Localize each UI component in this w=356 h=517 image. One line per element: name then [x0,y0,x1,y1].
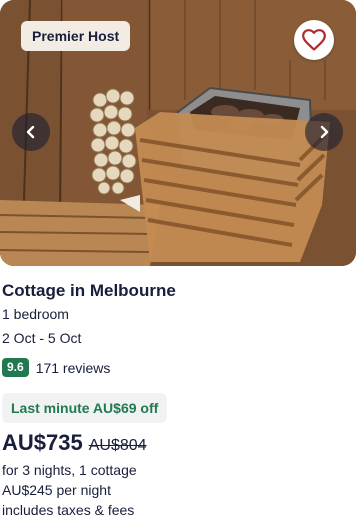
listing-title[interactable]: Cottage in Melbourne [2,281,176,301]
previous-photo-button[interactable] [12,113,50,151]
favorite-button[interactable] [294,20,334,60]
price-row: AU$735 AU$804 [2,430,147,456]
rating-badge: 9.6 [2,358,29,377]
bedroom-count: 1 bedroom [2,306,69,322]
original-price: AU$804 [88,437,147,454]
next-photo-button[interactable] [305,113,343,151]
stay-dates: 2 Oct - 5 Oct [2,330,82,346]
taxes-note: includes taxes & fees [2,502,135,517]
chevron-right-icon [320,125,329,139]
review-count: 171 reviews [35,359,111,376]
current-price: AU$735 [2,430,83,455]
premier-host-badge: Premier Host [21,21,131,51]
stay-details: for 3 nights, 1 cottage [2,462,137,478]
listing-photo[interactable]: Premier Host [0,0,356,266]
listing-card[interactable]: Premier Host Cottage in Melbourne 1 bedr… [0,0,356,517]
deal-badge: Last minute AU$69 off [2,393,168,423]
rating-row: 9.6 171 reviews [2,358,110,377]
nightly-price: AU$245 per night [2,482,111,498]
chevron-left-icon [26,125,35,139]
heart-icon [302,29,326,51]
